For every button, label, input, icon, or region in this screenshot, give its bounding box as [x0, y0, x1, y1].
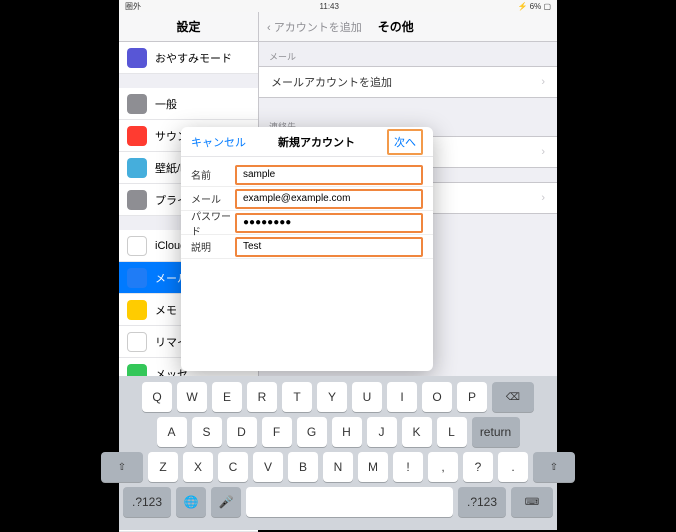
sidebar-item-label: メモ — [155, 302, 177, 318]
sidebar-item-moon[interactable]: おやすみモード — [119, 42, 258, 74]
sound-icon — [127, 126, 147, 146]
key-K[interactable]: K — [402, 417, 432, 447]
key-![interactable]: ! — [393, 452, 423, 482]
space-key[interactable] — [246, 487, 453, 517]
key-G[interactable]: G — [297, 417, 327, 447]
key-I[interactable]: I — [387, 382, 417, 412]
backspace-key[interactable]: ⌫ — [492, 382, 534, 412]
moon-icon — [127, 48, 147, 68]
sidebar-item-gear[interactable]: 一般 — [119, 88, 258, 120]
desc-label: 説明 — [191, 239, 235, 254]
add-mail-account[interactable]: メールアカウントを追加› — [259, 66, 557, 98]
key-F[interactable]: F — [262, 417, 292, 447]
key-E[interactable]: E — [212, 382, 242, 412]
key-L[interactable]: L — [437, 417, 467, 447]
rem-icon — [127, 332, 147, 352]
gear-icon — [127, 94, 147, 114]
modal-title: 新規アカウント — [278, 134, 355, 150]
carrier: 圏外 — [125, 1, 141, 12]
hide-keyboard-key[interactable]: ⌨ — [511, 487, 553, 517]
sidebar-item-label: 一般 — [155, 96, 177, 112]
cancel-button[interactable]: キャンセル — [191, 134, 246, 150]
key-D[interactable]: D — [227, 417, 257, 447]
status-bar: 圏外 11:43 ⚡ 6% ▢ — [119, 0, 557, 12]
key-P[interactable]: P — [457, 382, 487, 412]
detail-title: その他 — [378, 18, 414, 35]
new-account-modal: キャンセル 新規アカウント 次へ 名前sample メールexample@exa… — [181, 127, 433, 371]
password-field[interactable]: ●●●●●●●● — [235, 213, 423, 233]
memo-icon — [127, 300, 147, 320]
key-H[interactable]: H — [332, 417, 362, 447]
cloud-icon — [127, 236, 147, 256]
back-button[interactable]: ‹ アカウントを追加 — [267, 19, 362, 35]
key-A[interactable]: A — [157, 417, 187, 447]
key-Z[interactable]: Z — [148, 452, 178, 482]
shift-key-left[interactable]: ⇧ — [101, 452, 143, 482]
pass-label: パスワード — [191, 208, 235, 238]
shift-key-right[interactable]: ⇧ — [533, 452, 575, 482]
key-,[interactable]: , — [428, 452, 458, 482]
key-J[interactable]: J — [367, 417, 397, 447]
key-M[interactable]: M — [358, 452, 388, 482]
key-O[interactable]: O — [422, 382, 452, 412]
globe-key[interactable]: 🌐 — [176, 487, 206, 517]
wall-icon — [127, 158, 147, 178]
key-V[interactable]: V — [253, 452, 283, 482]
return-key[interactable]: return — [472, 417, 520, 447]
sidebar-item-label: おやすみモード — [155, 50, 232, 66]
key-U[interactable]: U — [352, 382, 382, 412]
key-W[interactable]: W — [177, 382, 207, 412]
name-label: 名前 — [191, 167, 235, 182]
keyboard: QWERTYUIOP⌫ ASDFGHJKLreturn ⇧ZXCVBNM!,?.… — [119, 376, 557, 530]
key-B[interactable]: B — [288, 452, 318, 482]
num-key-right[interactable]: .?123 — [458, 487, 506, 517]
mic-key[interactable]: 🎤 — [211, 487, 241, 517]
key-?[interactable]: ? — [463, 452, 493, 482]
clock: 11:43 — [320, 2, 339, 11]
email-field[interactable]: example@example.com — [235, 189, 423, 209]
key-T[interactable]: T — [282, 382, 312, 412]
detail-header: ‹ アカウントを追加 その他 — [259, 12, 557, 42]
name-field[interactable]: sample — [235, 165, 423, 185]
key-.[interactable]: . — [498, 452, 528, 482]
key-C[interactable]: C — [218, 452, 248, 482]
next-button[interactable]: 次へ — [387, 129, 423, 155]
key-Y[interactable]: Y — [317, 382, 347, 412]
settings-title: 設定 — [119, 12, 258, 42]
priv-icon — [127, 190, 147, 210]
section-mail: メール — [259, 42, 557, 66]
key-N[interactable]: N — [323, 452, 353, 482]
key-R[interactable]: R — [247, 382, 277, 412]
key-Q[interactable]: Q — [142, 382, 172, 412]
num-key-left[interactable]: .?123 — [123, 487, 171, 517]
mail-label: メール — [191, 191, 235, 206]
description-field[interactable]: Test — [235, 237, 423, 257]
battery: ⚡ 6% ▢ — [517, 2, 551, 11]
key-S[interactable]: S — [192, 417, 222, 447]
mail-icon — [127, 268, 147, 288]
key-X[interactable]: X — [183, 452, 213, 482]
